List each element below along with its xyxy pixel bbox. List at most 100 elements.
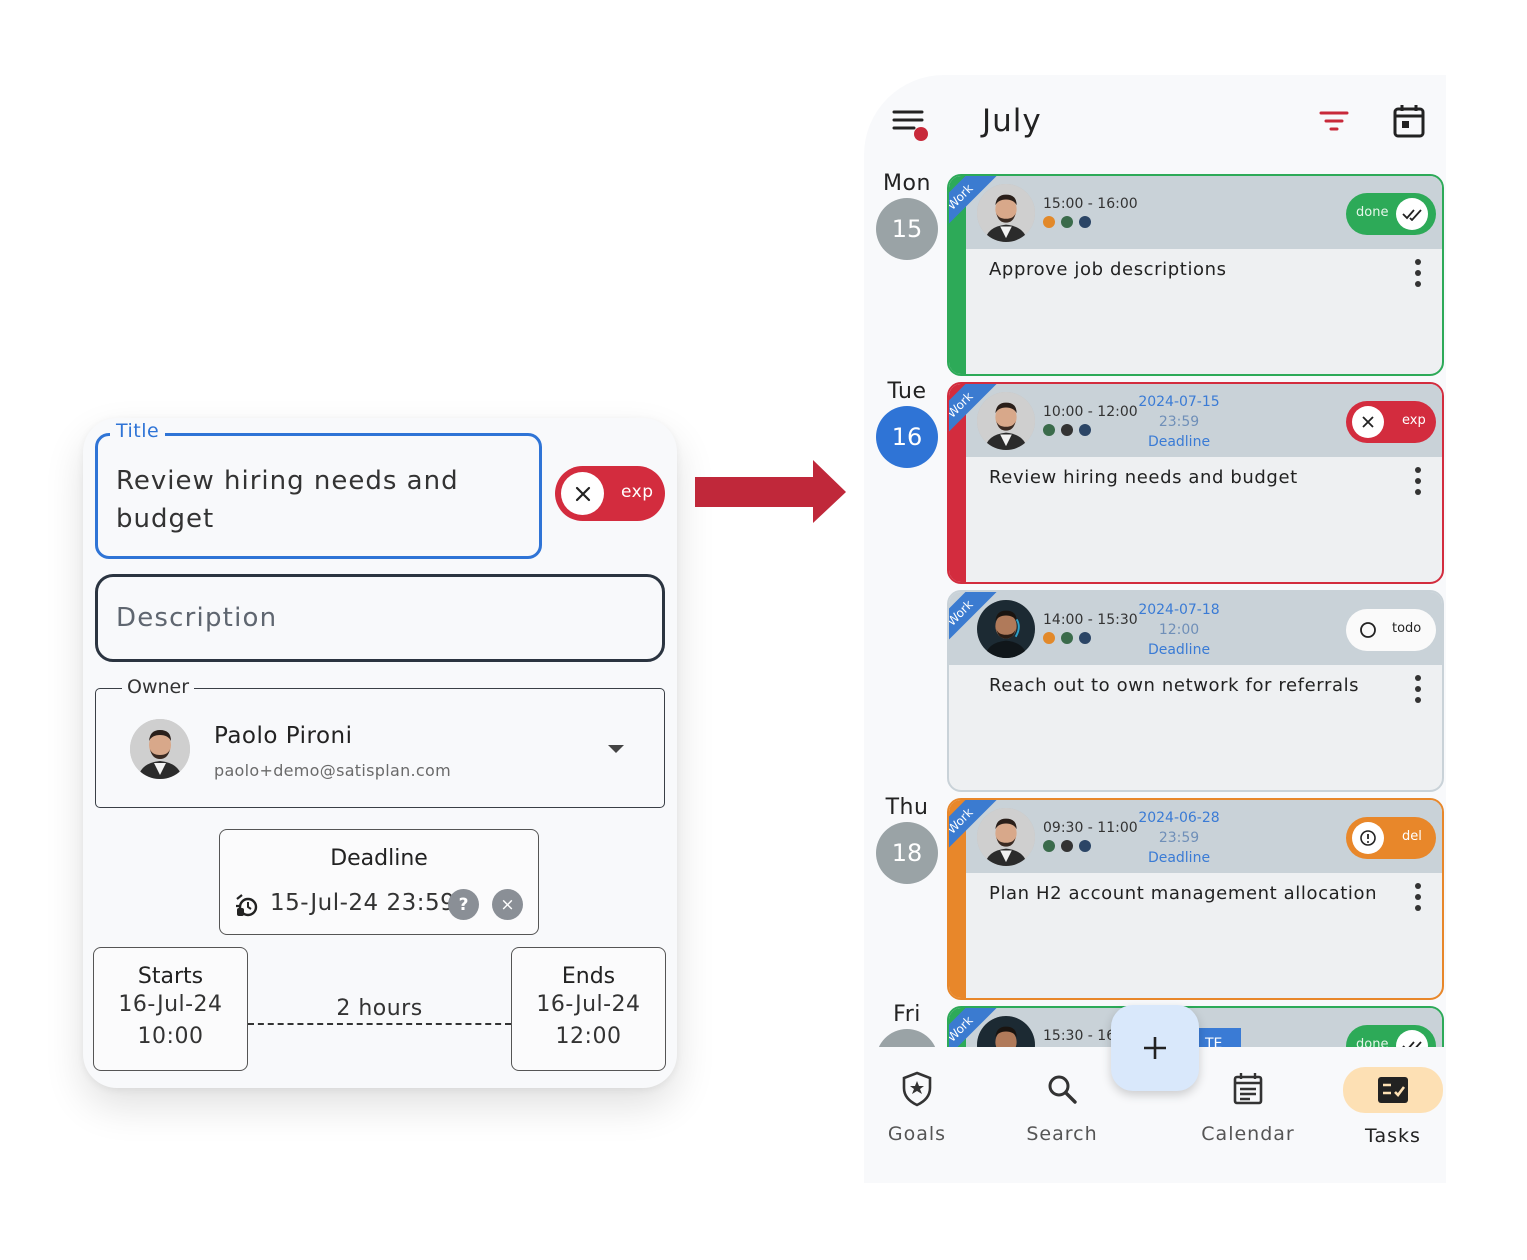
- nav-label: Calendar: [1201, 1123, 1295, 1145]
- owner-select[interactable]: Owner Paolo Pironi paolo+demo@satisplan.…: [95, 676, 665, 808]
- title-label: Title: [110, 420, 166, 442]
- avatar: [977, 392, 1035, 450]
- double-check-icon: [1396, 198, 1428, 230]
- calendar-icon: [1193, 1067, 1303, 1111]
- circle-outline-icon: [1352, 614, 1384, 646]
- start-time: 10:00: [137, 1024, 204, 1049]
- nav-search[interactable]: Search: [1007, 1067, 1117, 1145]
- clear-deadline-button[interactable]: ×: [492, 889, 523, 920]
- status-label: exp: [1402, 413, 1426, 428]
- tag-dot: [1043, 632, 1055, 644]
- task-card[interactable]: Work 09:30 - 11:00 2024-06-28 23:59 Dead…: [947, 798, 1444, 1000]
- deadline-time: 12:00: [1158, 622, 1200, 638]
- avatar: [130, 719, 190, 779]
- task-card[interactable]: Work 14:00 - 15:30 2024-07-18 12:00 Dead…: [947, 590, 1444, 792]
- nav-goals[interactable]: Goals: [864, 1067, 972, 1145]
- day-mon: Mon 15: [876, 171, 938, 260]
- more-options-icon[interactable]: [1414, 674, 1422, 708]
- start-time-box[interactable]: Starts 16-Jul-24 10:00: [93, 947, 248, 1071]
- status-label: todo: [1392, 621, 1422, 636]
- task-title: Plan H2 account management allocation: [989, 883, 1378, 904]
- tag-dot: [1043, 424, 1055, 436]
- task-title: Approve job descriptions: [989, 259, 1227, 280]
- tag-dot: [1079, 424, 1091, 436]
- nav-label: Goals: [887, 1123, 947, 1145]
- title-field[interactable]: Title Review hiring needs and budget: [95, 420, 542, 559]
- nav-label: Search: [1026, 1123, 1098, 1145]
- avatar: [977, 808, 1035, 866]
- day-thu: Thu 18: [876, 795, 938, 884]
- title-input[interactable]: Review hiring needs and budget: [116, 462, 521, 538]
- task-title: Review hiring needs and budget: [989, 467, 1298, 488]
- more-options-icon[interactable]: [1414, 466, 1422, 500]
- tasks-icon: [1343, 1067, 1443, 1113]
- deadline-time: 23:59: [1158, 830, 1200, 846]
- plus-icon: [1144, 1037, 1166, 1059]
- tag-dot: [1079, 840, 1091, 852]
- close-icon: [561, 472, 604, 515]
- tasks-screen: July Mon 15 Tue 16 Thu 18 Fri Work 15:00…: [864, 75, 1446, 1183]
- end-date: 16-Jul-24: [536, 992, 641, 1017]
- tag-dot: [1061, 840, 1073, 852]
- day-name: Fri: [893, 1002, 921, 1027]
- task-title: Reach out to own network for referrals: [989, 675, 1360, 696]
- status-chip-done[interactable]: done: [1346, 193, 1436, 235]
- status-chip-todo[interactable]: todo: [1346, 609, 1436, 651]
- duration-label: 2 hours: [336, 996, 423, 1021]
- end-time-box[interactable]: Ends 16-Jul-24 12:00: [511, 947, 666, 1071]
- tag-dot: [1061, 632, 1073, 644]
- status-label: done: [1356, 205, 1389, 220]
- search-icon: [1007, 1067, 1117, 1111]
- arrow-right-icon: [695, 460, 846, 523]
- starts-label: Starts: [137, 964, 204, 989]
- tag-dot: [1079, 216, 1091, 228]
- status-chip-deleted[interactable]: del: [1346, 817, 1436, 859]
- day-tue: Tue 16: [876, 379, 938, 468]
- day-name: Thu: [885, 795, 929, 820]
- task-tags: [1043, 632, 1091, 644]
- task-time: 09:30 - 11:00: [1043, 820, 1138, 836]
- deadline-date: 2024-06-28: [1138, 810, 1220, 826]
- deadline-time: 23:59: [1158, 414, 1200, 430]
- help-button[interactable]: ?: [448, 889, 479, 920]
- nav-label: Tasks: [1365, 1125, 1421, 1147]
- close-icon: [1352, 406, 1384, 438]
- day-number[interactable]: 16: [876, 406, 938, 468]
- tag-dot: [1043, 840, 1055, 852]
- filter-icon[interactable]: [1318, 109, 1350, 139]
- deadline-box[interactable]: Deadline 15-Jul-24 23:59 ? ×: [219, 829, 539, 935]
- tag-dot: [1061, 424, 1073, 436]
- duration-connector: [248, 1023, 511, 1025]
- owner-name: Paolo Pironi: [214, 723, 353, 749]
- deadline-label: Deadline: [1147, 434, 1211, 450]
- alert-circle-icon: [1352, 822, 1384, 854]
- start-date: 16-Jul-24: [118, 992, 223, 1017]
- task-time: 10:00 - 12:00: [1043, 404, 1138, 420]
- nav-tasks[interactable]: Tasks: [1338, 1067, 1446, 1147]
- deadline-value: 15-Jul-24 23:59: [270, 890, 456, 916]
- status-chip-expired[interactable]: exp: [1346, 401, 1436, 443]
- chevron-down-icon[interactable]: [608, 745, 624, 753]
- more-options-icon[interactable]: [1414, 258, 1422, 292]
- status-label: del: [1402, 829, 1422, 844]
- description-field[interactable]: Description: [95, 574, 665, 662]
- day-name: Tue: [887, 379, 927, 404]
- owner-label: Owner: [122, 676, 195, 698]
- day-number[interactable]: 18: [876, 822, 938, 884]
- calendar-today-icon[interactable]: [1392, 103, 1426, 143]
- nav-calendar[interactable]: Calendar: [1193, 1067, 1303, 1145]
- more-options-icon[interactable]: [1414, 882, 1422, 916]
- task-card[interactable]: Work 15:00 - 16:00 done Approve job desc…: [947, 174, 1444, 376]
- add-task-button[interactable]: [1111, 1005, 1199, 1091]
- task-card[interactable]: Work 10:00 - 12:00 2024-07-15 23:59 Dead…: [947, 382, 1444, 584]
- task-deadline: 2024-07-18 12:00 Deadline: [1129, 600, 1229, 660]
- shield-star-icon: [864, 1067, 972, 1111]
- avatar: [977, 184, 1035, 242]
- day-number[interactable]: 15: [876, 198, 938, 260]
- status-toggle[interactable]: exp: [555, 466, 665, 521]
- deadline-label: Deadline: [1147, 850, 1211, 866]
- deadline-title: Deadline: [330, 846, 428, 871]
- tag-dot: [1043, 216, 1055, 228]
- notification-dot: [914, 127, 928, 141]
- deadline-label: Deadline: [1147, 642, 1211, 658]
